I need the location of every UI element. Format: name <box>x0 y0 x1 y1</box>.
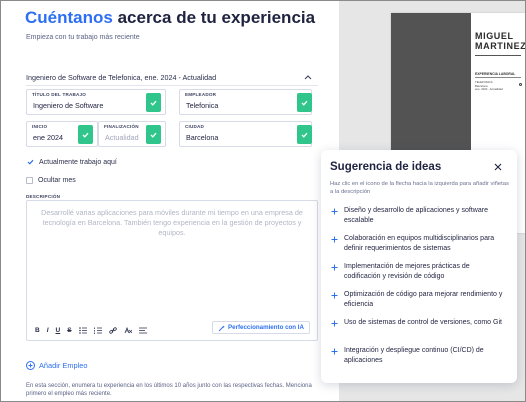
title-rest: acerca de tu experiencia <box>117 8 316 27</box>
city-value: Barcelona <box>186 133 219 142</box>
start-date-label: INICIO <box>32 124 48 129</box>
suggestion-text: Optimización de código para mejorar rend… <box>344 291 503 308</box>
description-placeholder: Desarrollé varias aplicaciones para móvi… <box>41 208 303 237</box>
plus-icon[interactable] <box>330 347 338 355</box>
start-date-value: ene 2024 <box>33 133 63 142</box>
plus-icon[interactable] <box>330 263 338 271</box>
check-icon <box>146 125 161 144</box>
job-title-field[interactable]: TÍTULO DEL TRABAJO Ingeniero de Software <box>26 89 166 115</box>
chevron-up-icon[interactable] <box>303 73 313 81</box>
currently-working-label: Actualmente trabajo aquí <box>39 158 117 166</box>
suggestion-item[interactable]: Uso de sistemas de control de versiones,… <box>330 318 508 328</box>
resume-job-dates: ene. 2024 - Actualidad <box>475 87 503 92</box>
suggestion-item[interactable]: Implementación de mejores prácticas de c… <box>330 262 508 282</box>
employer-label: EMPLEADOR <box>185 92 217 97</box>
suggestion-item[interactable]: Optimización de código para mejorar rend… <box>330 290 508 310</box>
suggestions-popup: Sugerencia de ideas Haz clic en el icono… <box>321 150 517 383</box>
bold-button[interactable]: B <box>35 327 40 334</box>
suggestion-text: Implementación de mejores prácticas de c… <box>344 263 470 280</box>
job-title-label: TÍTULO DEL TRABAJO <box>32 92 87 97</box>
link-icon[interactable] <box>108 327 117 334</box>
page-title: Cuéntanos acerca de tu experiencia <box>25 8 315 28</box>
checkbox-box[interactable] <box>26 177 33 184</box>
align-icon[interactable] <box>138 327 147 334</box>
end-date-value: Actualidad <box>105 133 139 142</box>
plus-icon[interactable] <box>330 207 338 215</box>
checkmark-icon <box>26 158 34 166</box>
magic-wand-icon <box>218 319 225 337</box>
clear-format-icon[interactable] <box>124 327 132 334</box>
app-window: Cuéntanos acerca de tu experiencia Empie… <box>0 0 526 402</box>
suggestion-text: Uso de sistemas de control de versiones,… <box>344 319 502 326</box>
strikethrough-button[interactable]: S <box>67 327 71 334</box>
suggestion-text: Diseño y desarrollo de aplicaciones y so… <box>344 207 488 224</box>
check-icon <box>78 125 93 144</box>
resume-name: MIGUEL MARTINEZ <box>475 31 526 51</box>
city-label: CIUDAD <box>185 124 205 129</box>
city-field[interactable]: CIUDAD Barcelona <box>179 121 312 147</box>
description-label: DESCRIPCIÓN <box>26 194 61 199</box>
experience-form: Cuéntanos acerca de tu experiencia Empie… <box>1 1 339 401</box>
currently-working-checkbox[interactable]: Actualmente trabajo aquí <box>26 158 117 166</box>
job-title-value: Ingeniero de Software <box>33 101 104 110</box>
resume-bullet <box>519 83 522 86</box>
ai-improve-button[interactable]: Perfeccionamiento con IA <box>212 321 310 334</box>
underline-button[interactable]: U <box>56 327 61 334</box>
popup-title: Sugerencia de ideas <box>330 161 442 173</box>
employer-value: Telefonica <box>186 101 219 110</box>
numbered-list-icon[interactable] <box>93 327 102 334</box>
resume-name-last: MARTINEZ <box>475 41 526 51</box>
italic-button[interactable]: I <box>47 327 49 334</box>
plus-circle-icon <box>26 361 35 370</box>
resume-job: TELEFONICA Barcelona ene. 2024 - Actuali… <box>475 80 515 92</box>
check-icon <box>297 93 312 112</box>
add-job-link[interactable]: Añadir Empleo <box>26 361 87 370</box>
plus-icon[interactable] <box>330 319 338 327</box>
employer-field[interactable]: EMPLEADOR Telefonica <box>179 89 312 115</box>
page-subtitle: Empieza con tu trabajo más reciente <box>26 34 140 41</box>
description-textarea[interactable]: Desarrollé varias aplicaciones para móvi… <box>26 200 318 341</box>
divider <box>26 85 318 86</box>
add-job-label: Añadir Empleo <box>39 361 88 370</box>
bullet-list-icon[interactable] <box>78 327 87 334</box>
plus-icon[interactable] <box>330 291 338 299</box>
job-entry-header[interactable]: Ingeniero de Software de Telefonica, ene… <box>26 71 313 83</box>
suggestion-text: Integración y despliegue continuo (CI/CD… <box>344 347 484 364</box>
end-date-label: FINALIZACIÓN <box>104 124 139 129</box>
check-icon <box>146 93 161 112</box>
suggestion-item[interactable]: Colaboración en equipos multidisciplinar… <box>330 234 508 254</box>
resume-section-divider <box>475 77 521 78</box>
suggestion-item[interactable]: Integración y despliegue continuo (CI/CD… <box>330 346 508 366</box>
popup-hint: Haz clic en el icono de la flecha hacia … <box>330 181 509 195</box>
ai-improve-label: Perfeccionamiento con IA <box>228 324 304 331</box>
job-entry-title: Ingeniero de Software de Telefonica, ene… <box>26 72 217 82</box>
resume-name-first: MIGUEL <box>475 31 514 41</box>
resume-name-divider <box>475 55 521 56</box>
resume-section-title: EXPERIENCIA LABORAL <box>475 72 516 76</box>
hide-month-checkbox[interactable]: Ocultar mes <box>26 177 76 184</box>
help-footnote: En esta sección, enumera tu experiencia … <box>26 383 312 397</box>
hide-month-label: Ocultar mes <box>38 177 76 184</box>
formatting-toolbar: B I U S <box>35 327 147 334</box>
check-icon <box>297 125 312 144</box>
suggestion-item[interactable]: Diseño y desarrollo de aplicaciones y so… <box>330 206 508 226</box>
title-accent: Cuéntanos <box>25 8 113 27</box>
close-icon[interactable] <box>493 162 503 172</box>
suggestion-text: Colaboración en equipos multidisciplinar… <box>344 235 495 252</box>
plus-icon[interactable] <box>330 235 338 243</box>
